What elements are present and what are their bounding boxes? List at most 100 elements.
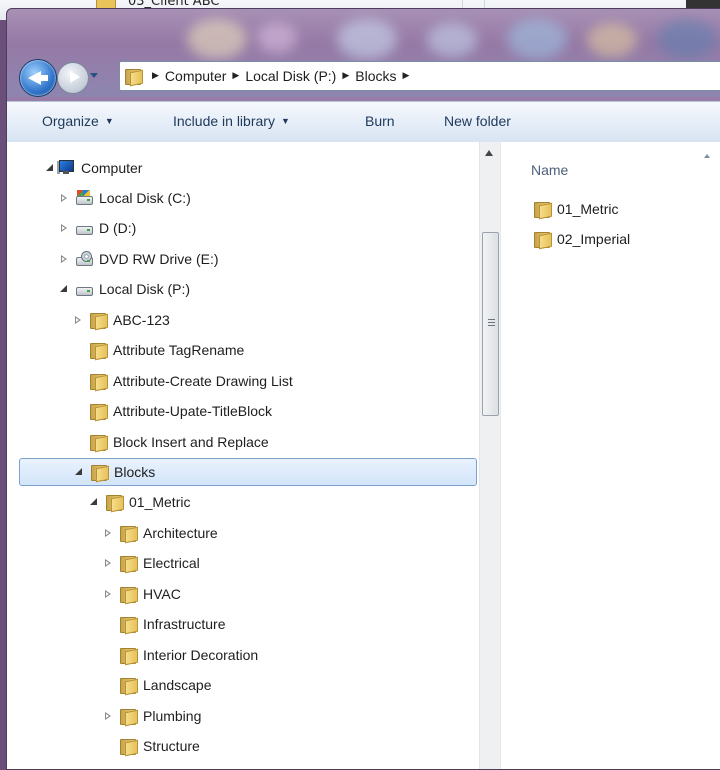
address-bar[interactable]: ▶ Computer ▶ Local Disk (P:) ▶ Blocks ▶	[119, 61, 720, 91]
new-folder-label: New folder	[444, 113, 511, 129]
tree-label: D (D:)	[99, 220, 137, 236]
expand-icon[interactable]	[59, 254, 69, 264]
tree-label: Local Disk (C:)	[99, 190, 191, 206]
folder-icon	[119, 555, 138, 574]
expand-icon[interactable]	[103, 711, 113, 721]
grip-icon	[488, 319, 495, 320]
breadcrumb-separator-icon[interactable]: ▶	[342, 71, 349, 81]
expand-icon[interactable]	[103, 589, 113, 599]
breadcrumb-separator-icon[interactable]: ▶	[232, 71, 239, 81]
tree-item-block-insert-and-replace[interactable]: Block Insert and Replace	[73, 429, 269, 455]
tree-item-plumbing[interactable]: Plumbing	[103, 703, 201, 729]
folder-icon	[119, 525, 138, 544]
folder-icon	[105, 494, 124, 513]
dvd-drive-icon	[75, 251, 93, 267]
navigation-pane: Computer Local Disk (C:) D (D:) DVD RW D…	[7, 142, 479, 769]
folder-icon	[124, 68, 143, 87]
include-in-library-button[interactable]: Include in library ▼	[173, 113, 290, 129]
tree-label: Attribute TagRename	[113, 342, 245, 358]
tree-item-architecture[interactable]: Architecture	[103, 520, 218, 546]
chevron-down-icon: ▼	[104, 116, 114, 126]
tree-item-landscape[interactable]: Landscape	[103, 672, 212, 698]
expand-icon[interactable]	[73, 315, 83, 325]
breadcrumb-computer[interactable]: Computer	[165, 68, 226, 84]
tree-label: Structure	[143, 738, 200, 754]
column-header-name[interactable]: Name	[531, 162, 568, 178]
folder-icon	[119, 708, 138, 727]
folder-icon	[533, 231, 552, 250]
expand-icon[interactable]	[103, 558, 113, 568]
tree-item-01-metric[interactable]: 01_Metric	[89, 489, 190, 515]
folder-icon	[89, 312, 108, 331]
burn-button[interactable]: Burn	[365, 113, 395, 129]
tree-item-attribute-upate-titleblock[interactable]: Attribute-Upate-TitleBlock	[73, 398, 272, 424]
tree-label: 01_Metric	[129, 494, 191, 510]
expand-icon[interactable]	[59, 223, 69, 233]
tree-label: Plumbing	[143, 708, 202, 724]
tree-item-hvac[interactable]: HVAC	[103, 581, 181, 607]
tree-label: Computer	[81, 160, 143, 176]
breadcrumb-separator-icon[interactable]: ▶	[152, 71, 159, 81]
computer-icon	[57, 160, 75, 176]
folder-icon	[119, 677, 138, 696]
tree-label: Interior Decoration	[143, 647, 259, 663]
expand-icon[interactable]	[103, 528, 113, 538]
tree-item-d[interactable]: D (D:)	[59, 215, 136, 241]
folder-icon	[119, 616, 138, 635]
folder-icon	[89, 342, 108, 361]
file-item-02-imperial[interactable]: 02_Imperial	[533, 228, 630, 250]
tree-item-interior-decoration[interactable]: Interior Decoration	[103, 642, 258, 668]
tree-item-dvd[interactable]: DVD RW Drive (E:)	[59, 246, 219, 272]
tree-item-blocks[interactable]: Blocks	[19, 458, 477, 486]
folder-icon	[533, 201, 552, 220]
file-label: 02_Imperial	[557, 231, 631, 247]
tree-label: Architecture	[143, 525, 218, 541]
window-edge	[686, 0, 720, 8]
tree-item-computer[interactable]: Computer	[45, 155, 142, 181]
collapse-icon[interactable]	[89, 497, 99, 507]
tree-label: DVD RW Drive (E:)	[99, 251, 219, 267]
expand-icon[interactable]	[59, 193, 69, 203]
scroll-thumb[interactable]	[482, 232, 499, 416]
tree-item-local-disk-c[interactable]: Local Disk (C:)	[59, 185, 191, 211]
collapse-icon[interactable]	[45, 163, 55, 173]
tree-label: Landscape	[143, 677, 212, 693]
tree-item-attribute-tagrename[interactable]: Attribute TagRename	[73, 337, 244, 363]
folder-icon	[119, 738, 138, 757]
recent-pages-dropdown[interactable]	[90, 73, 98, 78]
tree-item-local-disk-p[interactable]: Local Disk (P:)	[59, 276, 190, 302]
tree-label: HVAC	[143, 586, 181, 602]
folder-icon	[119, 647, 138, 666]
collapse-icon[interactable]	[59, 284, 69, 294]
breadcrumb-local-disk-p[interactable]: Local Disk (P:)	[245, 68, 336, 84]
forward-button[interactable]	[57, 62, 89, 94]
tree-label: Infrastructure	[143, 616, 226, 632]
tree-label: Attribute-Create Drawing List	[113, 373, 293, 389]
tree-label: ABC-123	[113, 312, 170, 328]
tree-label: Attribute-Upate-TitleBlock	[113, 403, 272, 419]
file-label: 01_Metric	[557, 201, 619, 217]
tree-item-attribute-create-drawing-list[interactable]: Attribute-Create Drawing List	[73, 368, 293, 394]
scroll-up-icon[interactable]	[485, 150, 493, 156]
command-bar: Organize ▼ Include in library ▼ Burn New f…	[7, 101, 720, 143]
organize-button[interactable]: Organize ▼	[42, 113, 114, 129]
new-folder-button[interactable]: New folder	[444, 113, 511, 129]
tree-label: Blocks	[114, 464, 156, 480]
folder-icon	[89, 403, 108, 422]
chevron-down-icon: ▼	[280, 116, 290, 126]
folder-icon	[89, 373, 108, 392]
tree-item-infrastructure[interactable]: Infrastructure	[103, 611, 225, 637]
system-drive-icon	[75, 190, 93, 206]
folder-icon	[89, 434, 108, 453]
tree-label: Block Insert and Replace	[113, 434, 269, 450]
tree-label: Electrical	[143, 555, 200, 571]
tree-item-electrical[interactable]: Electrical	[103, 550, 200, 576]
breadcrumb-blocks[interactable]: Blocks	[355, 68, 396, 84]
collapse-icon[interactable]	[74, 467, 84, 477]
tree-item-abc-123[interactable]: ABC-123	[73, 307, 170, 333]
tree-item-structure[interactable]: Structure	[103, 733, 200, 759]
file-item-01-metric[interactable]: 01_Metric	[533, 198, 618, 220]
back-button[interactable]	[19, 59, 57, 97]
breadcrumb-separator-icon[interactable]: ▶	[403, 71, 410, 81]
navigation-scrollbar[interactable]	[479, 142, 500, 769]
